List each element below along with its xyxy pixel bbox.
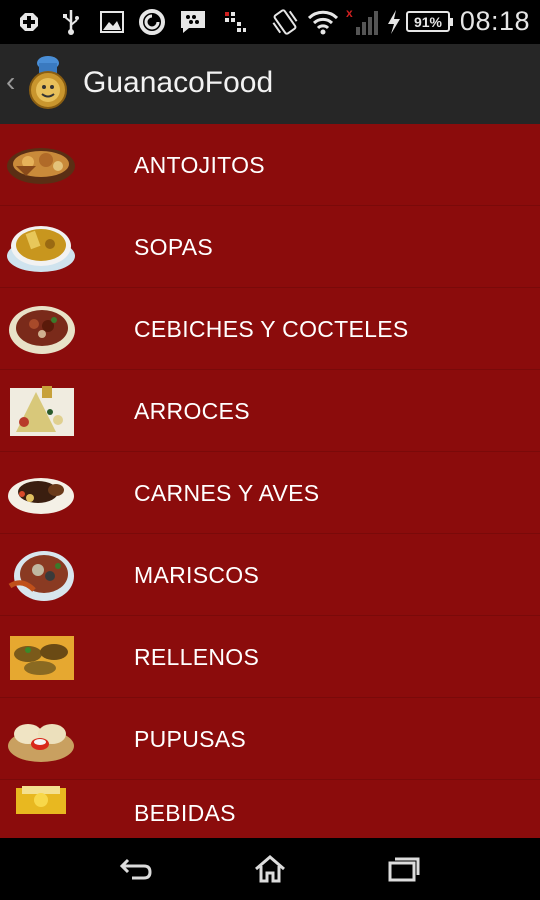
wifi-icon [308,8,338,36]
bebidas-thumbnail [6,784,76,838]
list-item-label: ANTOJITOS [134,152,265,178]
status-bar: x 91% 08:18 [0,0,540,44]
cebiches-thumbnail [6,300,76,356]
list-item-rellenos[interactable]: RELLENOS [0,616,540,698]
category-list: ANTOJITOS SOPAS CEBICHES Y COCTELES ARRO… [0,124,540,838]
sopas-thumbnail [6,218,76,274]
back-icon[interactable] [116,852,156,886]
app-title: GuanacoFood [83,66,274,99]
navigation-bar [0,838,540,900]
list-item-antojitos[interactable]: ANTOJITOS [0,124,540,206]
list-item-sopas[interactable]: SOPAS [0,206,540,288]
mariscos-thumbnail [6,546,76,602]
usb-icon [58,8,84,36]
recent-apps-icon[interactable] [384,852,424,886]
add-icon [14,8,44,36]
pupusas-thumbnail [6,710,76,766]
app-screen: x 91% 08:18 ‹ GuanacoFood ANTOJITOS SOPA… [0,0,540,900]
list-item-label: SOPAS [134,234,214,260]
list-item-label: RELLENOS [134,644,260,670]
svg-text:x: x [346,7,353,20]
list-item-bebidas[interactable]: BEBIDAS [0,780,540,838]
list-item-label: PUPUSAS [134,726,247,752]
action-bar: ‹ GuanacoFood [0,44,540,126]
list-item-arroces[interactable]: ARROCES [0,370,540,452]
list-item-pupusas[interactable]: PUPUSAS [0,698,540,780]
carnes-thumbnail [6,464,76,520]
battery-indicator: 91% [406,11,453,32]
list-item-mariscos[interactable]: MARISCOS [0,534,540,616]
sync-icon [138,8,166,36]
sim-icon [222,8,248,36]
image-icon [98,8,126,36]
list-item-label: MARISCOS [134,562,260,588]
arroces-thumbnail [6,382,76,438]
list-item-label: BEBIDAS [134,800,236,826]
antojitos-thumbnail [6,136,76,192]
charging-icon [384,8,404,36]
signal-icon: x [344,7,380,36]
list-item-carnes-y-aves[interactable]: CARNES Y AVES [0,452,540,534]
rellenos-thumbnail [6,628,76,684]
list-item-cebiches-y-cocteles[interactable]: CEBICHES Y COCTELES [0,288,540,370]
app-logo-icon[interactable] [26,54,70,112]
clock: 08:18 [459,6,530,36]
list-item-label: ARROCES [134,398,250,424]
list-item-label: CEBICHES Y COCTELES [134,316,409,342]
bbm-icon [178,8,208,36]
up-navigation-icon[interactable]: ‹ [6,66,15,98]
vibrate-icon [270,8,300,36]
home-icon[interactable] [250,852,290,886]
list-item-label: CARNES Y AVES [134,480,320,506]
